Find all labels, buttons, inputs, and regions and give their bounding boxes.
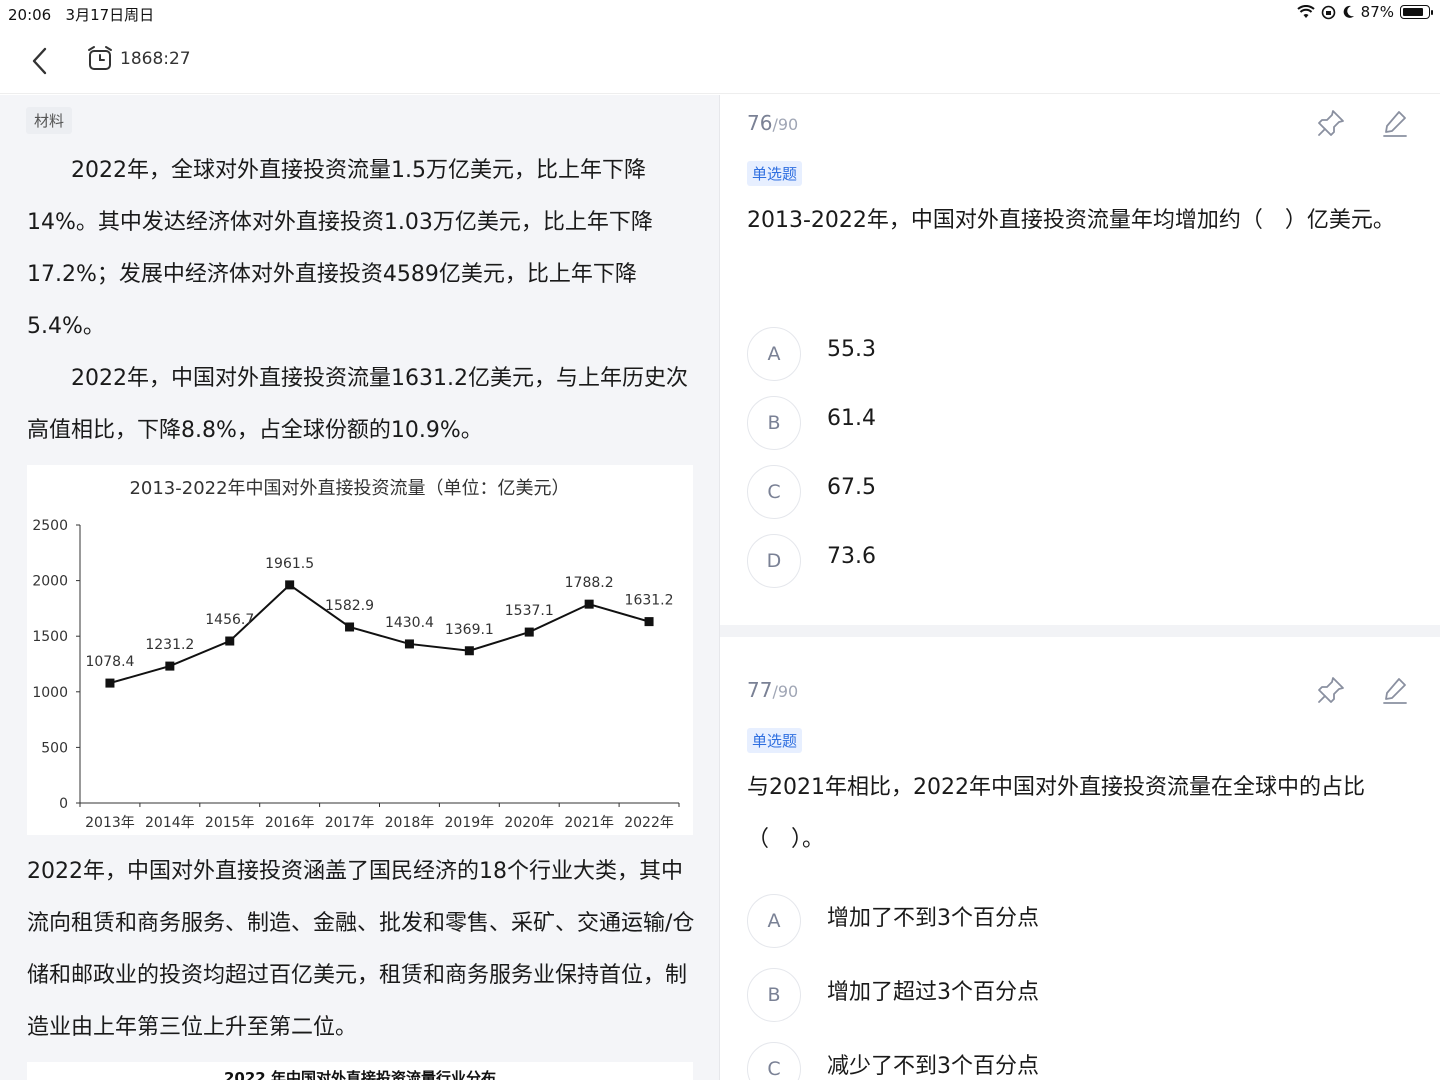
option-text: 增加了不到3个百分点 bbox=[827, 906, 1039, 931]
orientation-lock-icon bbox=[1321, 5, 1335, 19]
option-text: 55.3 bbox=[827, 336, 876, 362]
chart-title: 2013-2022年中国对外直接投资流量（单位：亿美元） bbox=[129, 478, 569, 499]
option-b[interactable]: B 61.4 bbox=[747, 395, 1387, 451]
data-point bbox=[464, 646, 474, 656]
industry-table: 2022 年中国对外直接投资流量行业分布 bbox=[27, 1062, 693, 1080]
option-letter: D bbox=[747, 534, 801, 588]
x-tick-label: 2021年 bbox=[564, 815, 614, 831]
data-label: 1430.4 bbox=[385, 615, 434, 631]
chevron-left-icon bbox=[32, 47, 47, 75]
data-label: 1537.1 bbox=[505, 603, 554, 619]
date: 3月17日周日 bbox=[65, 6, 155, 24]
question-separator bbox=[720, 625, 1440, 637]
option-b[interactable]: B 增加了超过3个百分点 bbox=[747, 967, 1387, 1023]
clock: 20:06 bbox=[8, 6, 52, 24]
pin-icon[interactable] bbox=[1316, 108, 1346, 138]
x-tick-label: 2022年 bbox=[624, 815, 674, 831]
x-tick-label: 2017年 bbox=[325, 815, 375, 831]
x-tick-label: 2020年 bbox=[504, 815, 554, 831]
alarm-clock-icon bbox=[88, 46, 112, 70]
question-type-badge: 单选题 bbox=[747, 728, 803, 753]
option-letter: A bbox=[747, 327, 801, 381]
option-a[interactable]: A 增加了不到3个百分点 bbox=[747, 893, 1387, 949]
data-label: 1788.2 bbox=[565, 575, 614, 591]
y-tick-label: 0 bbox=[59, 796, 68, 812]
question-number: 77/90 bbox=[747, 678, 799, 702]
data-label: 1369.1 bbox=[445, 622, 494, 638]
y-tick-label: 500 bbox=[41, 740, 68, 756]
option-letter: A bbox=[747, 894, 801, 948]
option-text: 61.4 bbox=[827, 405, 876, 431]
status-indicators: 87% bbox=[1296, 3, 1433, 21]
question-number: 76/90 bbox=[747, 111, 799, 135]
question-type-badge: 单选题 bbox=[747, 161, 803, 186]
battery-icon bbox=[1400, 5, 1433, 19]
x-tick-label: 2014年 bbox=[145, 815, 195, 831]
wifi-icon bbox=[1296, 5, 1315, 18]
status-time: 20:06 3月17日周日 bbox=[8, 4, 154, 25]
material-panel[interactable]: 材料 2022年，全球对外直接投资流量1.5万亿美元，比上年下降14%。其中发达… bbox=[0, 95, 720, 1080]
x-tick-label: 2019年 bbox=[445, 815, 495, 831]
data-label: 1078.4 bbox=[85, 654, 134, 670]
edit-icon[interactable] bbox=[1380, 108, 1410, 138]
x-tick-label: 2013年 bbox=[85, 815, 135, 831]
y-tick-label: 1000 bbox=[32, 685, 68, 701]
status-bar: 20:06 3月17日周日 87% bbox=[0, 0, 1440, 28]
material-tag: 材料 bbox=[26, 107, 73, 134]
data-point bbox=[404, 639, 414, 649]
data-point bbox=[165, 661, 175, 671]
back-button[interactable] bbox=[26, 44, 56, 78]
option-letter: C bbox=[747, 465, 801, 519]
option-text: 减少了不到3个百分点 bbox=[827, 1054, 1039, 1079]
option-text: 67.5 bbox=[827, 474, 876, 500]
x-tick-label: 2015年 bbox=[205, 815, 255, 831]
option-d[interactable]: D 73.6 bbox=[747, 533, 1387, 589]
exam-timer: 1868:27 bbox=[86, 45, 191, 73]
option-letter: C bbox=[747, 1042, 801, 1080]
data-point bbox=[225, 636, 235, 646]
option-c[interactable]: C 67.5 bbox=[747, 464, 1387, 520]
option-text: 73.6 bbox=[827, 543, 876, 569]
series-line bbox=[109, 583, 650, 685]
x-tick-label: 2016年 bbox=[265, 815, 315, 831]
x-tick-label: 2018年 bbox=[385, 815, 435, 831]
material-passage-1: 2022年，全球对外直接投资流量1.5万亿美元，比上年下降14%。其中发达经济体… bbox=[27, 145, 695, 457]
data-label: 1231.2 bbox=[145, 637, 194, 653]
moon-icon bbox=[1343, 5, 1354, 18]
option-letter: B bbox=[747, 968, 801, 1022]
material-paragraph: 2022年，中国对外直接投资涵盖了国民经济的18个行业大类，其中流向租赁和商务服… bbox=[27, 859, 695, 1040]
material-passage-2: 2022年，中国对外直接投资涵盖了国民经济的18个行业大类，其中流向租赁和商务服… bbox=[27, 846, 695, 1054]
edit-icon[interactable] bbox=[1380, 675, 1410, 705]
chart-svg: 2013-2022年中国对外直接投资流量（单位：亿美元） 0 500 1000 1500… bbox=[32, 478, 680, 831]
material-paragraph: 2022年，全球对外直接投资流量1.5万亿美元，比上年下降14%。其中发达经济体… bbox=[27, 158, 653, 339]
question-panel[interactable]: 76/90 单选题 2013-2022年，中国对外直接投资流量年均增加约（ ）亿… bbox=[720, 95, 1440, 1080]
top-bar: 1868:27 bbox=[0, 28, 1440, 94]
option-text: 增加了超过3个百分点 bbox=[827, 980, 1039, 1005]
data-point bbox=[644, 617, 654, 627]
data-point bbox=[345, 622, 355, 632]
option-a[interactable]: A 55.3 bbox=[747, 326, 1387, 382]
timer-value: 1868:27 bbox=[120, 49, 191, 69]
battery-percent: 87% bbox=[1360, 3, 1394, 21]
table-title: 2022 年中国对外直接投资流量行业分布 bbox=[224, 1069, 496, 1080]
data-point bbox=[524, 627, 534, 637]
data-label: 1631.2 bbox=[625, 593, 674, 609]
data-label: 1456.7 bbox=[205, 612, 254, 628]
y-tick-label: 2000 bbox=[32, 574, 68, 590]
option-letter: B bbox=[747, 396, 801, 450]
question-stem: 2013-2022年，中国对外直接投资流量年均增加约（ ）亿美元。 bbox=[747, 208, 1395, 233]
y-tick-label: 1500 bbox=[32, 629, 68, 645]
option-c[interactable]: C 减少了不到3个百分点 bbox=[747, 1041, 1387, 1080]
pin-icon[interactable] bbox=[1316, 675, 1346, 705]
y-tick-label: 2500 bbox=[32, 518, 68, 534]
question-stem: 与2021年相比，2022年中国对外直接投资流量在全球中的占比（ ）。 bbox=[747, 775, 1365, 852]
data-label: 1961.5 bbox=[265, 556, 314, 572]
data-point bbox=[285, 580, 295, 590]
data-point bbox=[584, 599, 594, 609]
line-chart: 2013-2022年中国对外直接投资流量（单位：亿美元） 0 500 1000 1500… bbox=[27, 465, 693, 835]
data-point bbox=[105, 678, 115, 688]
data-label: 1582.9 bbox=[325, 598, 374, 614]
material-paragraph: 2022年，中国对外直接投资流量1631.2亿美元，与上年历史次高值相比，下降8… bbox=[27, 366, 688, 443]
